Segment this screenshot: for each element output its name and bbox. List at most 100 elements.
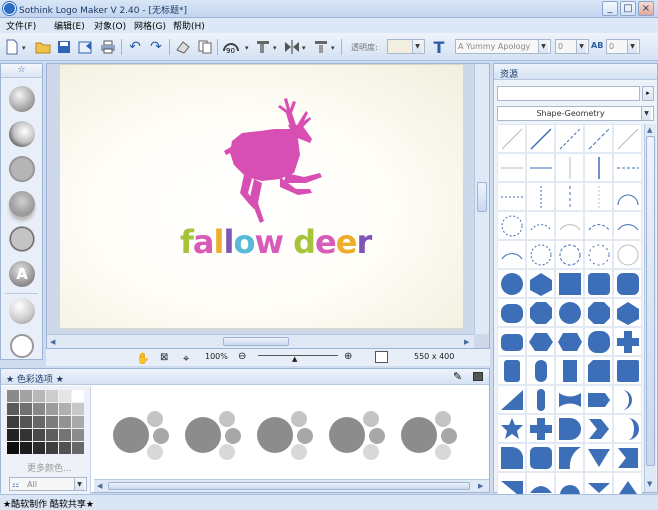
- shape-thumbnail[interactable]: [526, 240, 555, 269]
- shape-thumbnail[interactable]: [613, 327, 642, 356]
- shape-thumbnail[interactable]: [555, 124, 584, 153]
- color-swatch[interactable]: [7, 390, 19, 402]
- shape-thumbnail[interactable]: [526, 327, 555, 356]
- open-folder-icon[interactable]: [34, 38, 52, 56]
- redo-icon[interactable]: ↷: [147, 38, 165, 56]
- color-scheme-preview[interactable]: [255, 407, 319, 467]
- zoom-slider-track[interactable]: [258, 355, 338, 356]
- color-swatch[interactable]: [33, 429, 45, 441]
- preview-scrollbar[interactable]: ◀ ▶: [94, 479, 489, 492]
- category-combo[interactable]: Shape-Geometry ▼: [497, 106, 654, 121]
- shape-thumbnail[interactable]: [526, 124, 555, 153]
- shape-thumbnail[interactable]: [497, 211, 526, 240]
- scroll-left-icon[interactable]: ◀: [50, 338, 55, 346]
- color-swatch[interactable]: [59, 416, 71, 428]
- shape-thumbnail[interactable]: [584, 211, 613, 240]
- logo-text[interactable]: fallow deer: [180, 223, 372, 261]
- shape-thumbnail[interactable]: [555, 211, 584, 240]
- canvas-vertical-scrollbar[interactable]: [474, 64, 489, 334]
- shape-thumbnail[interactable]: [497, 153, 526, 182]
- shape-thumbnail[interactable]: [584, 182, 613, 211]
- color-swatch[interactable]: [59, 390, 71, 402]
- shape-thumbnail[interactable]: [613, 385, 642, 414]
- shape-thumbnail[interactable]: [497, 124, 526, 153]
- deer-shape[interactable]: [210, 93, 330, 228]
- shape-thumbnail[interactable]: [526, 153, 555, 182]
- color-scheme-preview[interactable]: [327, 407, 391, 467]
- shape-thumbnail[interactable]: [613, 182, 642, 211]
- undo-icon[interactable]: ↶: [126, 38, 144, 56]
- shape-thumbnail[interactable]: [555, 385, 584, 414]
- color-swatch[interactable]: [59, 403, 71, 415]
- order-dropdown-icon[interactable]: ▾: [331, 44, 335, 52]
- color-swatch[interactable]: [20, 403, 32, 415]
- shape-thumbnail[interactable]: [555, 356, 584, 385]
- menu-file[interactable]: 文件(F): [6, 19, 36, 32]
- shape-thumbnail[interactable]: [613, 153, 642, 182]
- shape-thumbnail[interactable]: [526, 356, 555, 385]
- shape-thumbnail[interactable]: [584, 385, 613, 414]
- shape-thumbnail[interactable]: [497, 356, 526, 385]
- color-swatch[interactable]: [72, 390, 84, 402]
- shape-thumbnail[interactable]: [526, 385, 555, 414]
- shape-thumbnail[interactable]: [613, 124, 642, 153]
- shape-thumbnail[interactable]: [555, 414, 584, 443]
- color-swatch[interactable]: [20, 442, 32, 454]
- hand-tool-icon[interactable]: ✋: [136, 352, 150, 365]
- shape-thumbnail[interactable]: [526, 298, 555, 327]
- scroll-right-icon[interactable]: ▶: [478, 482, 483, 490]
- preview-scroll-thumb[interactable]: [108, 482, 470, 490]
- shape-thumbnail[interactable]: [584, 153, 613, 182]
- minimize-button[interactable]: _: [602, 1, 618, 16]
- style-button-shadow[interactable]: [9, 191, 35, 217]
- shape-scroll-thumb[interactable]: [646, 136, 655, 466]
- color-scheme-preview[interactable]: [183, 407, 247, 467]
- logo-canvas[interactable]: fallow deer: [59, 64, 464, 329]
- scroll-right-icon[interactable]: ▶: [464, 338, 469, 346]
- shape-thumbnail[interactable]: [584, 356, 613, 385]
- search-icon[interactable]: ▸: [642, 86, 654, 101]
- flip-dropdown-icon[interactable]: ▾: [302, 44, 306, 52]
- style-button-ring[interactable]: [9, 121, 35, 147]
- shape-thumbnail[interactable]: [497, 414, 526, 443]
- shape-thumbnail[interactable]: [555, 269, 584, 298]
- shape-thumbnail[interactable]: [613, 298, 642, 327]
- color-scheme-preview[interactable]: [111, 407, 175, 467]
- color-swatch[interactable]: [46, 416, 58, 428]
- copy-icon[interactable]: [196, 38, 214, 56]
- print-icon[interactable]: [99, 38, 117, 56]
- color-swatch[interactable]: [33, 442, 45, 454]
- shape-thumbnail[interactable]: [584, 298, 613, 327]
- color-filter-combo[interactable]: ⚏ All ▼: [9, 477, 87, 491]
- color-swatch[interactable]: [33, 416, 45, 428]
- save-icon[interactable]: [55, 38, 73, 56]
- scroll-left-icon[interactable]: ◀: [97, 482, 102, 490]
- color-swatch[interactable]: [59, 442, 71, 454]
- shape-thumbnail[interactable]: [497, 269, 526, 298]
- color-swatch[interactable]: [7, 416, 19, 428]
- color-swatch[interactable]: [72, 442, 84, 454]
- center-icon[interactable]: ⌖: [183, 352, 189, 366]
- menu-grid[interactable]: 网格(G): [134, 19, 166, 32]
- color-swatch[interactable]: [46, 390, 58, 402]
- shape-library-scrollbar[interactable]: ▲ ▼: [644, 124, 656, 492]
- maximize-button[interactable]: □: [620, 1, 636, 16]
- shape-thumbnail[interactable]: [497, 182, 526, 211]
- shape-thumbnail[interactable]: [526, 269, 555, 298]
- color-swatch[interactable]: [46, 429, 58, 441]
- new-dropdown-icon[interactable]: ▾: [22, 44, 26, 52]
- color-swatch[interactable]: [33, 403, 45, 415]
- fit-page-icon[interactable]: ⊠: [160, 352, 168, 363]
- horizontal-scroll-thumb[interactable]: [223, 337, 289, 346]
- color-swatch[interactable]: [59, 429, 71, 441]
- color-swatch[interactable]: [20, 429, 32, 441]
- font-family-combo[interactable]: A Yummy Apology ▼: [455, 39, 551, 54]
- shape-thumbnail[interactable]: [497, 327, 526, 356]
- shape-thumbnail[interactable]: [497, 298, 526, 327]
- shape-thumbnail[interactable]: [613, 356, 642, 385]
- letter-spacing-combo[interactable]: 0 ▼: [606, 39, 640, 54]
- menu-edit[interactable]: 编辑(E): [54, 19, 85, 32]
- color-swatch[interactable]: [7, 429, 19, 441]
- shape-thumbnail[interactable]: [613, 414, 642, 443]
- close-button[interactable]: ×: [638, 1, 654, 16]
